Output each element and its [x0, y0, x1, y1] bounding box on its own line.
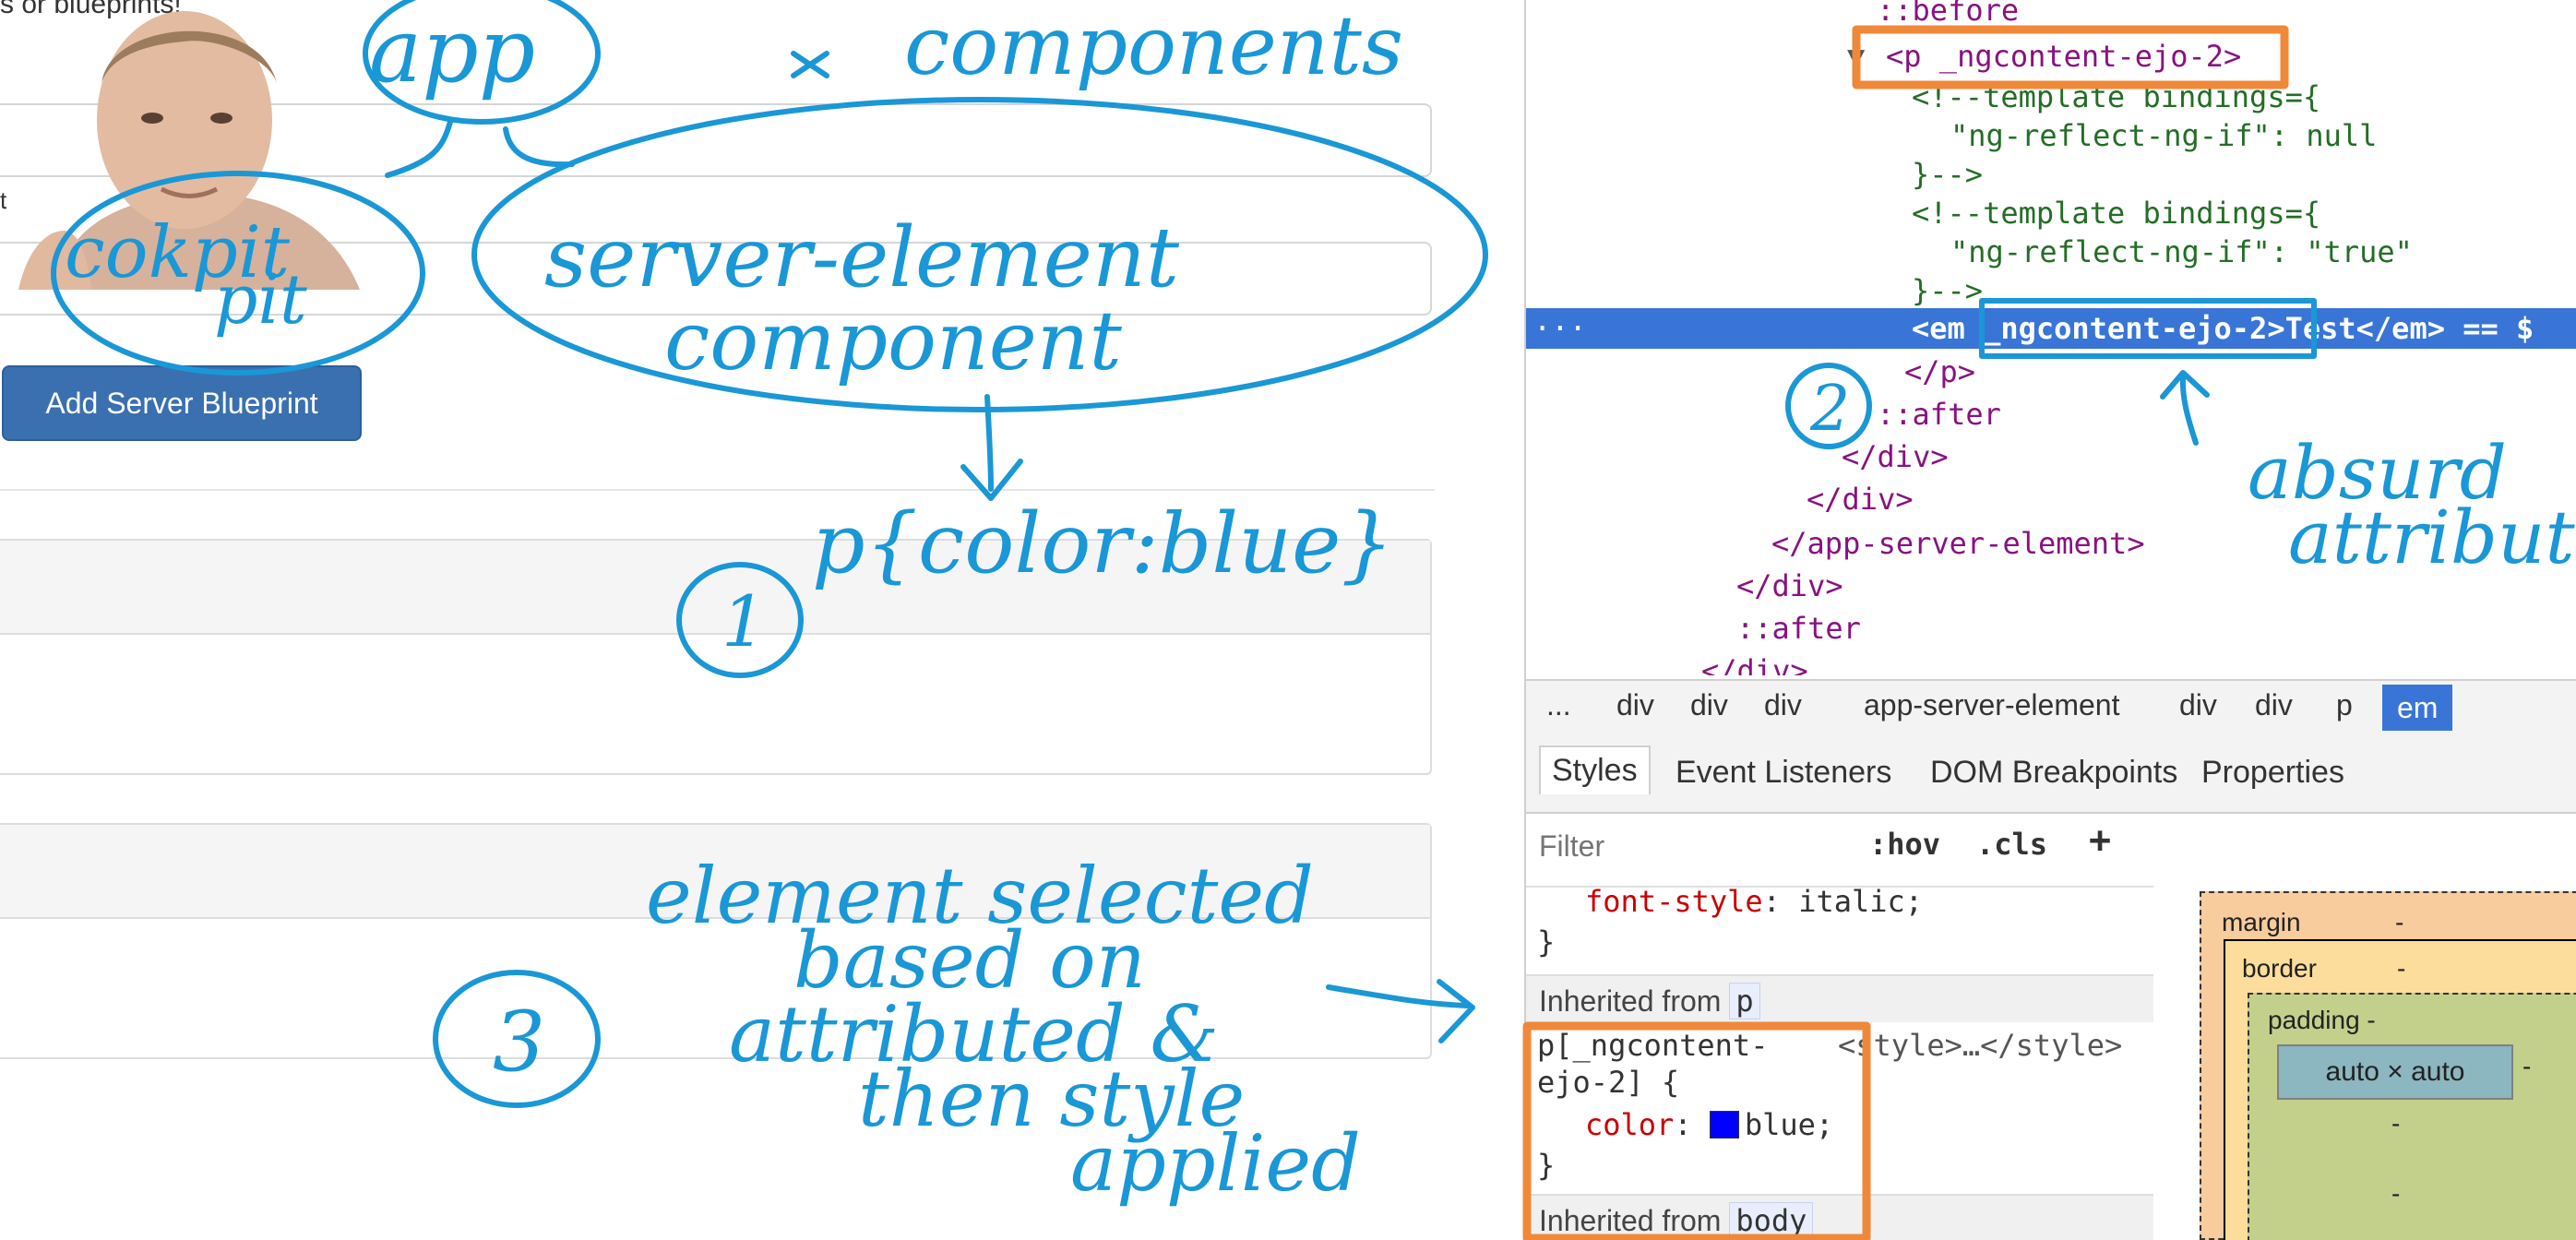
- arrow-head: [1437, 979, 1475, 1043]
- annotation-layer: app components cokpit pit server-element…: [51, 0, 2576, 1240]
- attribute-box: [1979, 298, 2317, 359]
- connector-line: [503, 126, 575, 168]
- annotation-absurd: attribute: [2288, 495, 2576, 580]
- annotation-note: applied: [1070, 1118, 1361, 1209]
- highlight-box-style-rule: [1522, 1021, 1871, 1240]
- annotation-cockpit: pit: [214, 260, 307, 340]
- annotation-components: components: [904, 0, 1403, 93]
- arrow-down-line: [984, 394, 994, 492]
- screen: s or blueprints! t Add Server Blueprint …: [0, 0, 2576, 1240]
- annotation-server-element: server-element: [544, 209, 1180, 306]
- annotation-css-rule: p{color:blue}: [812, 495, 1394, 592]
- annotation-number-1: 1: [722, 580, 766, 662]
- bullet-mark: [791, 51, 829, 78]
- annotation-number-3: 3: [493, 994, 545, 1091]
- connector-line: [385, 119, 453, 178]
- highlight-box-p-tag: [1852, 25, 2289, 89]
- annotation-server-element: component: [664, 293, 1122, 388]
- annotation-app: app: [369, 0, 535, 102]
- annotation-number-2: 2: [1809, 373, 1850, 446]
